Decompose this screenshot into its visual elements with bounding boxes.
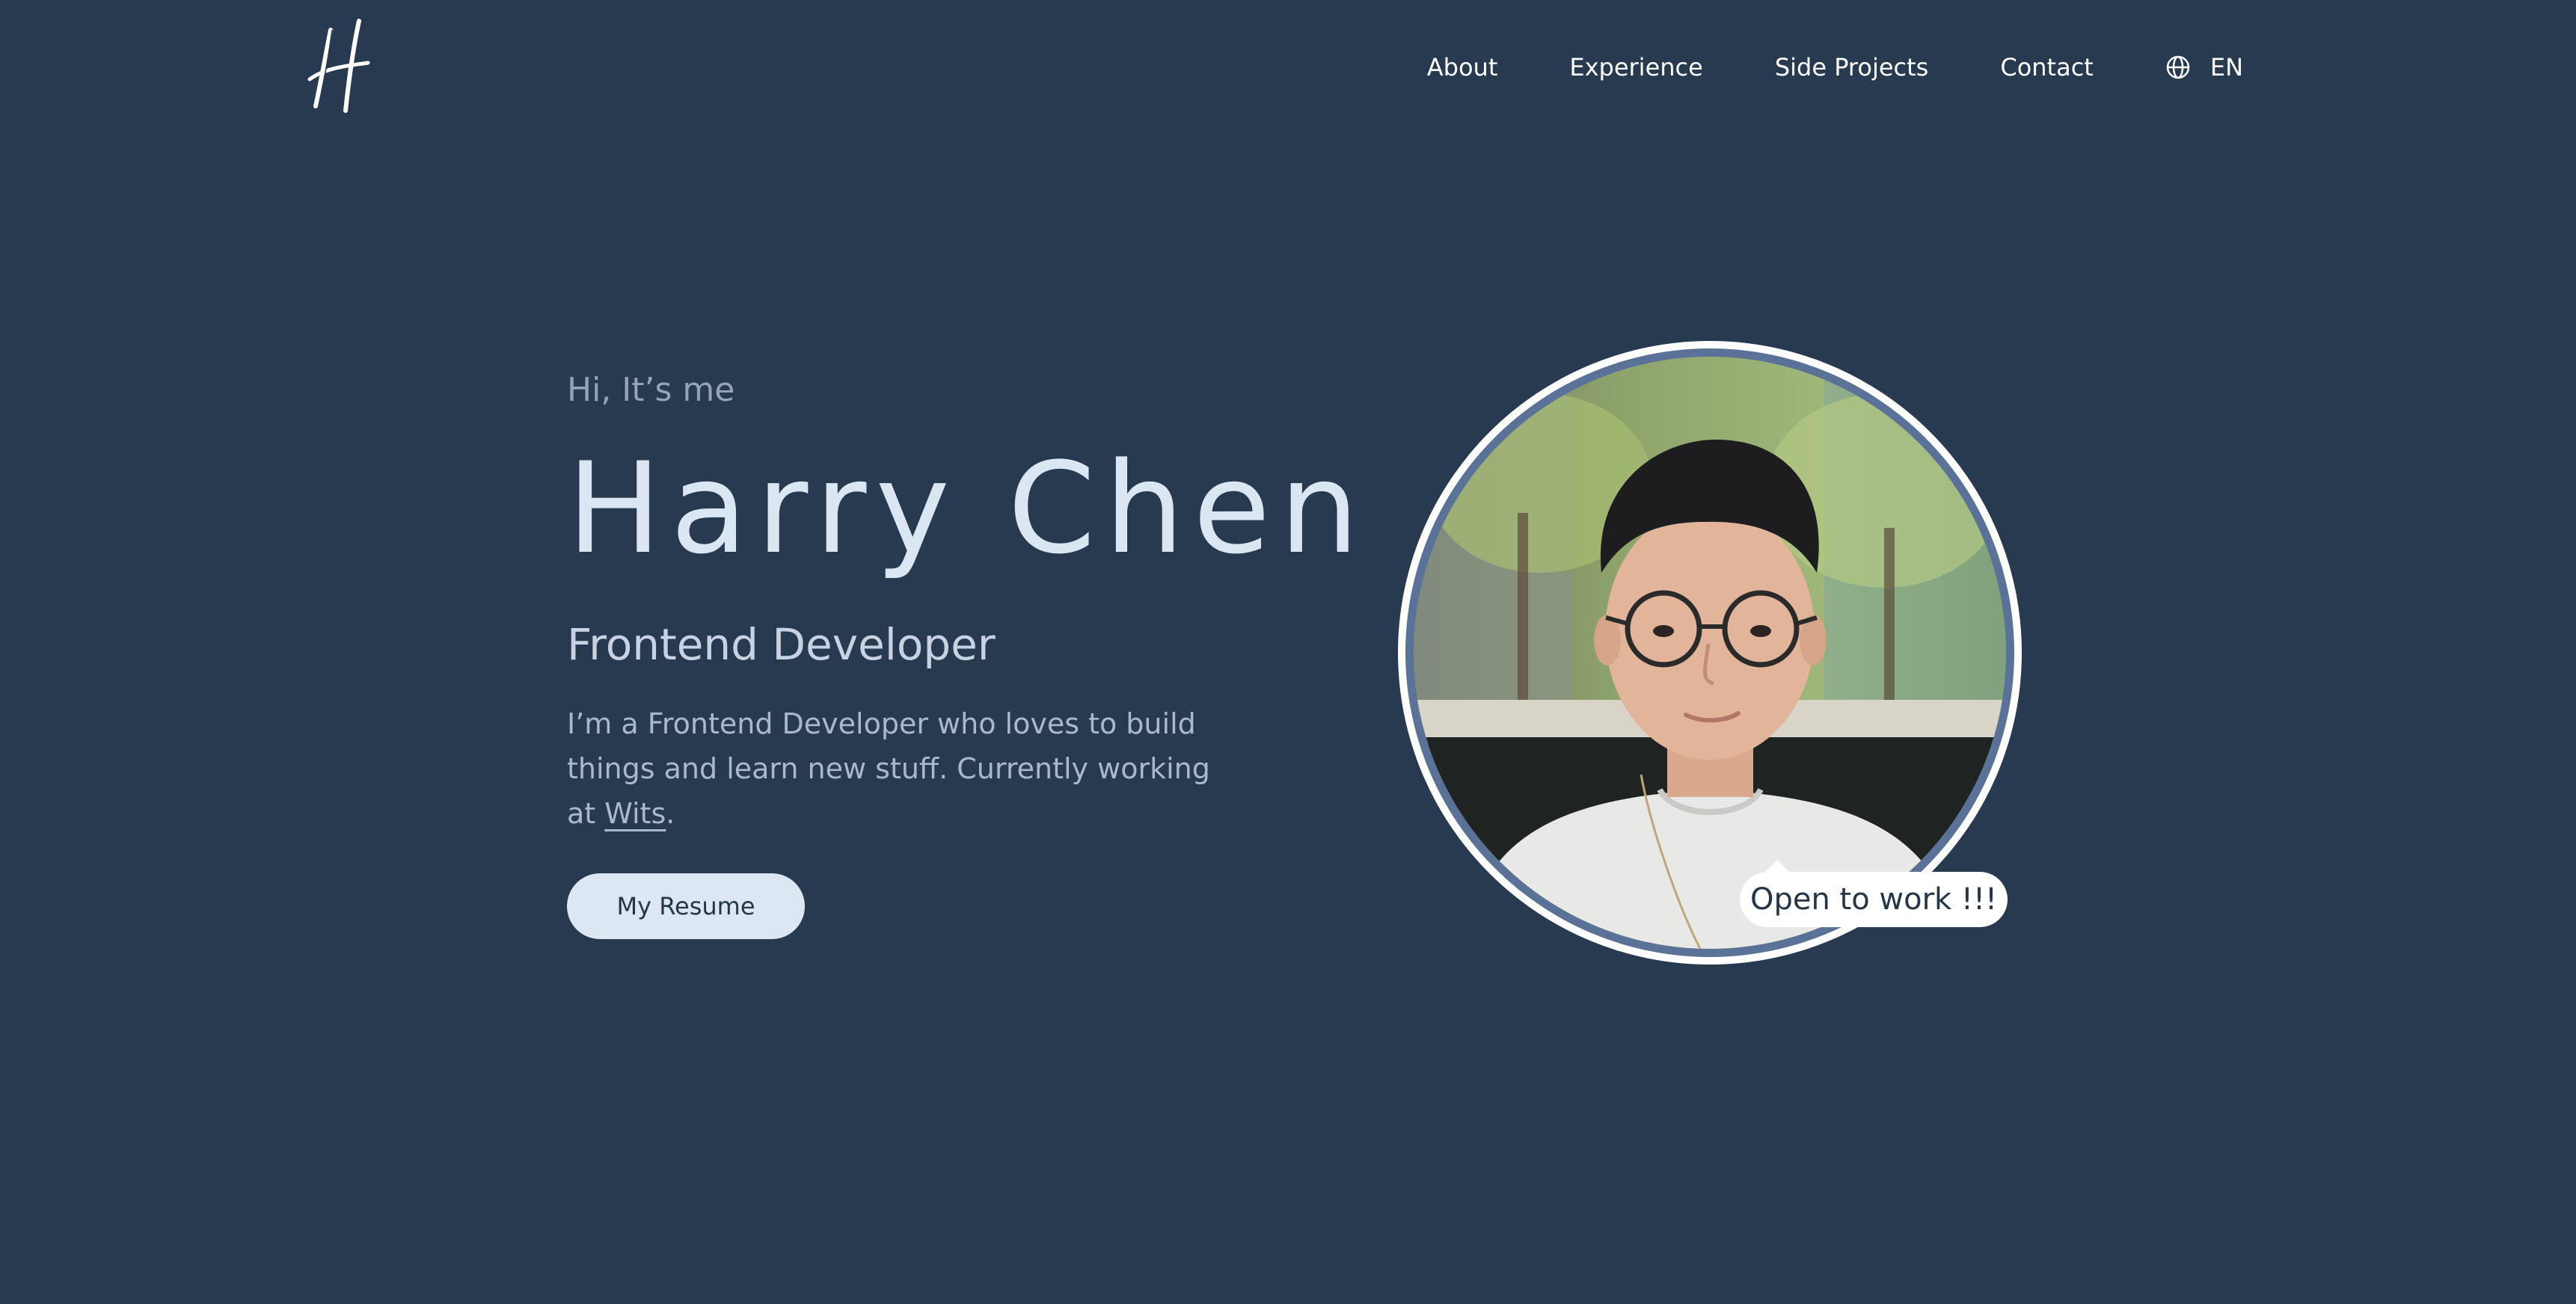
open-to-work-badge: Open to work !!!: [1740, 872, 2008, 927]
site-logo[interactable]: [299, 15, 374, 120]
nav-side-projects[interactable]: Side Projects: [1775, 53, 1929, 82]
hero-bio: I’m a Frontend Developer who loves to bu…: [567, 701, 1240, 836]
bio-end: .: [666, 797, 675, 830]
nav-about[interactable]: About: [1427, 53, 1498, 82]
language-label: EN: [2209, 53, 2243, 82]
handwritten-h-logo-icon: [307, 19, 370, 113]
profile-photo-frame: [1398, 341, 2022, 965]
hero-role: Frontend Developer: [567, 619, 996, 670]
profile-photo: [1405, 348, 2014, 957]
main-nav: About Experience Side Projects Contact E…: [1427, 46, 2243, 88]
globe-icon: [2165, 55, 2191, 80]
resume-button[interactable]: My Resume: [567, 873, 805, 939]
nav-contact[interactable]: Contact: [2000, 53, 2094, 82]
greeting-text: Hi, It’s me: [567, 371, 735, 409]
nav-experience[interactable]: Experience: [1569, 53, 1702, 82]
hero-name: Harry Chen: [567, 435, 1368, 582]
language-switcher[interactable]: EN: [2165, 53, 2243, 82]
company-link[interactable]: Wits: [604, 797, 666, 830]
